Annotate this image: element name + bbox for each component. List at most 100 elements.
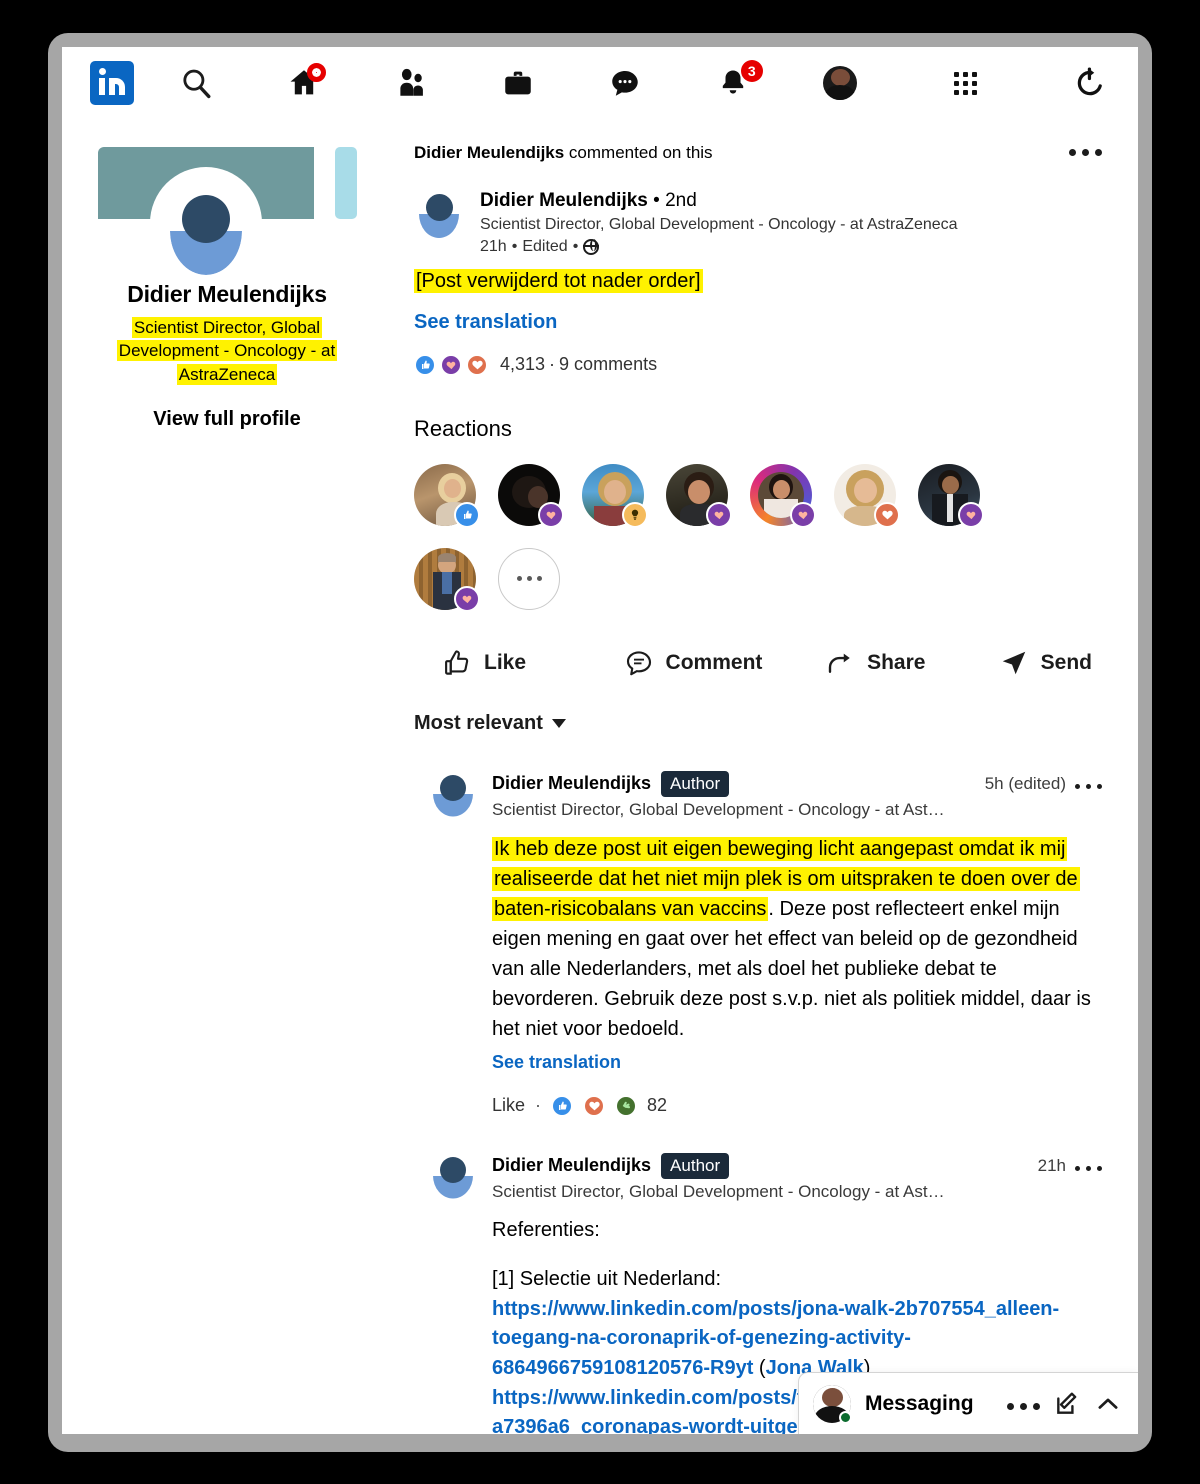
post-author-avatar[interactable] bbox=[414, 189, 464, 239]
reference-line-1: https://www.linkedin.com/posts/jona-walk… bbox=[492, 1297, 1060, 1379]
comment-like-button[interactable]: Like bbox=[492, 1095, 525, 1116]
linkedin-logo[interactable] bbox=[84, 55, 140, 111]
reaction-badge-like bbox=[454, 501, 480, 528]
post-author-degree: • 2nd bbox=[647, 190, 697, 211]
profile-headline-text: Scientist Director, Global Development -… bbox=[116, 317, 338, 385]
work-grid-icon[interactable] bbox=[937, 55, 993, 111]
comment-author-badge: Author bbox=[661, 1152, 730, 1179]
browser-frame: 3 Didier Meulendijks Scientist Director,… bbox=[48, 33, 1152, 1452]
comment-author-name[interactable]: Didier Meulendijks bbox=[492, 773, 651, 794]
reference-label: [1] Selectie uit Nederland: bbox=[492, 1268, 722, 1291]
notifications-icon[interactable]: 3 bbox=[705, 55, 763, 111]
home-icon[interactable] bbox=[276, 55, 332, 111]
avatar-glyph bbox=[150, 167, 262, 279]
comment-reaction-celebrate-icon bbox=[615, 1094, 638, 1117]
comment-reaction-like-icon bbox=[551, 1094, 574, 1117]
comment-author-name[interactable]: Didier Meulendijks bbox=[492, 1155, 651, 1176]
me-avatar-photo bbox=[823, 66, 858, 100]
reactor-avatar[interactable] bbox=[666, 463, 732, 528]
post-reaction-count[interactable]: 4,313 bbox=[500, 354, 545, 375]
work-grid-glyph bbox=[953, 71, 977, 95]
thumbs-up-icon bbox=[445, 649, 469, 675]
comment-see-translation-link[interactable]: See translation bbox=[492, 1052, 1102, 1073]
post-author-info: Didier Meulendijks • 2nd Scientist Direc… bbox=[480, 189, 958, 256]
like-button[interactable]: Like bbox=[414, 648, 606, 678]
like-button-label: Like bbox=[484, 650, 527, 674]
reactor-avatar[interactable] bbox=[834, 463, 900, 528]
compose-message-icon[interactable] bbox=[1054, 1391, 1080, 1417]
send-button[interactable]: Send bbox=[989, 648, 1092, 678]
profile-headline: Scientist Director, Global Development -… bbox=[82, 316, 372, 386]
post-body-text: [Post verwijderd tot nader order] bbox=[414, 268, 703, 293]
me-avatar-icon[interactable] bbox=[812, 55, 868, 111]
messaging-overflow-menu-icon[interactable] bbox=[1007, 1397, 1040, 1410]
post-author-name[interactable]: Didier Meulendijks • 2nd bbox=[480, 189, 958, 213]
post-see-translation-link[interactable]: See translation bbox=[414, 311, 1102, 334]
reaction-support-icon bbox=[440, 353, 462, 376]
post-context-action: commented on this bbox=[564, 143, 713, 162]
reaction-badge-support bbox=[706, 501, 732, 528]
messaging-icon[interactable] bbox=[597, 55, 653, 111]
cover-strip bbox=[335, 147, 357, 219]
comment-author-badge: Author bbox=[661, 770, 730, 797]
reactor-avatar[interactable] bbox=[582, 463, 648, 528]
linkedin-page: 3 Didier Meulendijks Scientist Director,… bbox=[62, 47, 1138, 1434]
comment-reaction-love-icon bbox=[583, 1094, 606, 1117]
try-premium-icon[interactable] bbox=[1062, 55, 1118, 111]
comment-meta: 5h (edited) bbox=[985, 774, 1102, 794]
share-button-label: Share bbox=[867, 650, 926, 674]
comment-author-headline: Scientist Director, Global Development -… bbox=[492, 799, 945, 819]
view-full-profile-link[interactable]: View full profile bbox=[82, 408, 372, 431]
post-author-meta: 21h • Edited • bbox=[480, 238, 958, 256]
comment-author-avatar[interactable] bbox=[430, 1153, 476, 1199]
reactor-avatar[interactable] bbox=[414, 463, 480, 528]
profile-sidebar: Didier Meulendijks Scientist Director, G… bbox=[62, 119, 392, 1434]
comment-reaction-count[interactable]: 82 bbox=[647, 1095, 667, 1116]
comment-sort-label: Most relevant bbox=[414, 711, 543, 734]
jobs-briefcase-glyph bbox=[505, 71, 531, 95]
notifications-badge: 3 bbox=[740, 60, 763, 82]
share-button[interactable]: Share bbox=[787, 648, 989, 678]
home-notification-dot bbox=[306, 63, 326, 82]
comment-overflow-menu-icon[interactable] bbox=[1075, 778, 1102, 790]
comment-author-avatar[interactable] bbox=[430, 771, 476, 817]
online-status-indicator bbox=[839, 1410, 852, 1424]
references-heading: Referenties: bbox=[492, 1218, 600, 1241]
reaction-like-icon bbox=[414, 353, 436, 376]
reactor-avatar[interactable] bbox=[750, 463, 816, 528]
comment-author-line: Didier Meulendijks Author bbox=[492, 770, 730, 797]
post-context-text: Didier Meulendijks commented on this bbox=[414, 143, 713, 163]
comment-actions: Like · 82 bbox=[492, 1094, 668, 1117]
premium-refresh-glyph bbox=[1077, 67, 1102, 96]
comment-sort-dropdown[interactable]: Most relevant bbox=[414, 712, 1102, 735]
reactions-section-title: Reactions bbox=[414, 415, 512, 441]
reactor-avatar[interactable] bbox=[918, 463, 984, 528]
post-reaction-separator: · bbox=[549, 354, 556, 375]
comment-text: Ik heb deze post uit eigen beweging lich… bbox=[492, 834, 1102, 1044]
comment-author-headline: Scientist Director, Global Development -… bbox=[492, 1181, 945, 1201]
comment-overflow-menu-icon[interactable] bbox=[1075, 1160, 1102, 1172]
avatar[interactable] bbox=[150, 167, 262, 279]
comment-button[interactable]: Comment bbox=[606, 648, 788, 678]
post-comment-count[interactable]: 9 comments bbox=[559, 354, 657, 375]
post-reaction-summary[interactable]: 4,313 · 9 comments bbox=[414, 353, 1102, 376]
show-more-reactions-button[interactable] bbox=[498, 547, 560, 610]
my-network-icon[interactable] bbox=[383, 55, 439, 111]
messaging-dock[interactable]: Messaging bbox=[798, 1372, 1138, 1434]
comment-timestamp: 21h bbox=[1037, 1155, 1066, 1175]
expand-messaging-icon[interactable] bbox=[1094, 1390, 1122, 1418]
reaction-badge-support bbox=[454, 585, 480, 612]
messaging-label: Messaging bbox=[865, 1391, 974, 1415]
comment-item: Didier Meulendijks Author 5h (edited) Sc… bbox=[414, 770, 1102, 1117]
reaction-badge-support bbox=[790, 501, 816, 528]
search-icon[interactable] bbox=[168, 55, 224, 111]
reaction-badge-support bbox=[538, 501, 564, 528]
search-glyph bbox=[183, 69, 211, 99]
post-context-header: Didier Meulendijks commented on this bbox=[414, 143, 1102, 163]
share-arrow-icon bbox=[828, 653, 850, 673]
reactor-avatar[interactable] bbox=[498, 463, 564, 528]
reactor-avatar[interactable] bbox=[414, 547, 480, 612]
post-overflow-menu-icon[interactable] bbox=[1069, 143, 1102, 156]
messaging-avatar bbox=[813, 1384, 852, 1424]
jobs-icon[interactable] bbox=[490, 55, 546, 111]
